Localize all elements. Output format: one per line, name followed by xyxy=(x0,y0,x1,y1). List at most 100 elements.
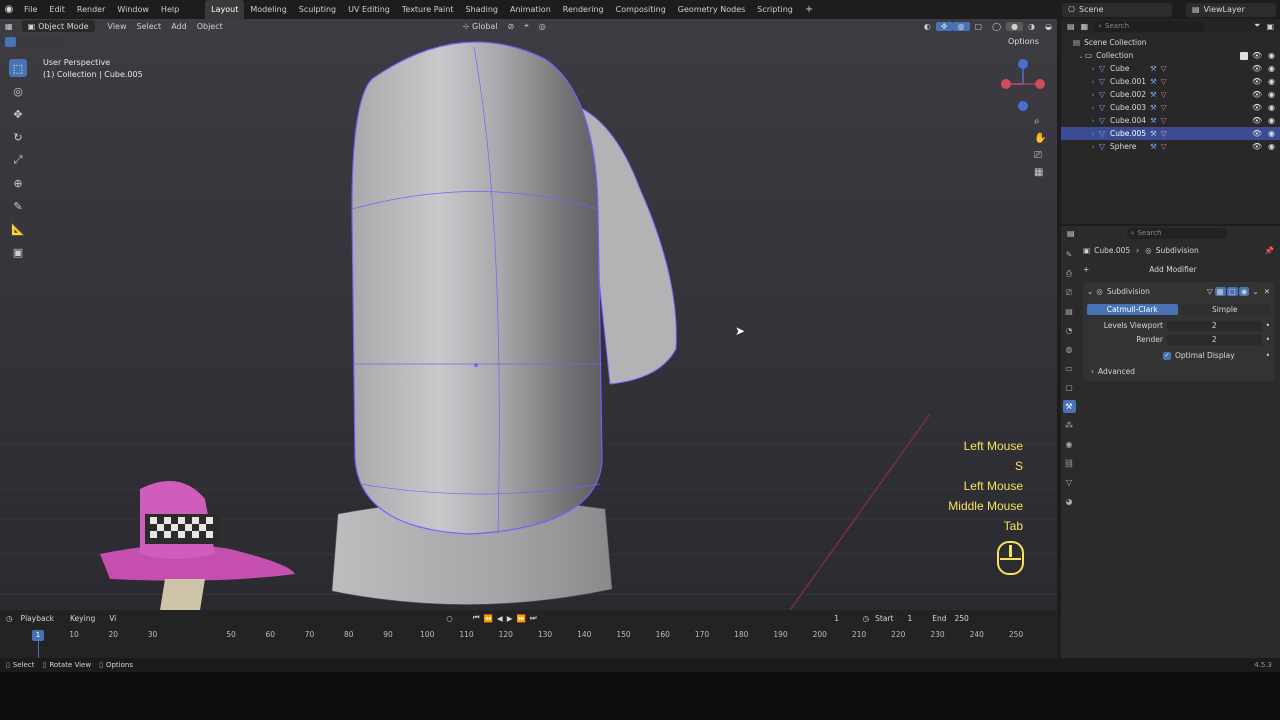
render-tab-icon[interactable]: ⎙ xyxy=(1063,267,1076,280)
on-cage-icon[interactable]: ▽ xyxy=(1207,287,1213,296)
render-field[interactable]: 2 xyxy=(1167,334,1262,345)
transform-icon[interactable]: ⊕ xyxy=(9,174,27,192)
tab-shading[interactable]: Shading xyxy=(459,0,504,19)
solid-shading-icon[interactable]: ● xyxy=(1006,21,1024,31)
menu-view[interactable]: View xyxy=(103,22,132,31)
overlay-icon[interactable]: ◍ xyxy=(952,21,970,31)
modifier-name-field[interactable]: Subdivision xyxy=(1107,287,1167,296)
select-box-icon[interactable]: ⬚ xyxy=(9,59,27,77)
outliner-search[interactable]: ⌕ Search xyxy=(1094,20,1205,32)
next-key-icon[interactable]: ⏩ xyxy=(516,614,525,623)
prev-key-icon[interactable]: ⏪ xyxy=(484,614,493,623)
collection-eye-icon[interactable]: 👁 xyxy=(1252,51,1262,60)
menu-object[interactable]: Object xyxy=(192,22,228,31)
3d-viewport[interactable] xyxy=(0,19,1057,610)
tab-texture-paint[interactable]: Texture Paint xyxy=(396,0,460,19)
collection-camera-icon[interactable]: ◉ xyxy=(1268,51,1275,60)
proportional-icon[interactable]: ◎ xyxy=(534,22,551,31)
editmode-icon[interactable]: ▦ xyxy=(1214,287,1226,296)
gizmo-icon[interactable]: ✥ xyxy=(935,21,953,31)
menu-help[interactable]: Help xyxy=(155,0,185,19)
outliner-item-cube003[interactable]: › ▽ Cube.003 ⚒ ▽ 👁 ◉ xyxy=(1061,101,1280,114)
properties-editor-icon[interactable]: ▤ xyxy=(1067,229,1075,238)
add-modifier-button[interactable]: + Add Modifier xyxy=(1083,263,1274,276)
annotate-icon[interactable]: ✎ xyxy=(9,197,27,215)
snap-icon[interactable]: ⌖ xyxy=(519,21,534,31)
camera-icon[interactable]: ◉ xyxy=(1268,90,1275,99)
advanced-subpanel[interactable]: › Advanced xyxy=(1087,365,1270,378)
tab-compositing[interactable]: Compositing xyxy=(610,0,672,19)
select-extend-icon[interactable] xyxy=(17,37,28,47)
object-tab-icon[interactable]: ▢ xyxy=(1063,381,1076,394)
tab-rendering[interactable]: Rendering xyxy=(557,0,610,19)
select-invert-icon[interactable] xyxy=(41,37,52,47)
dropdown-icon[interactable]: ⌄ xyxy=(1252,287,1258,296)
material-shading-icon[interactable]: ◑ xyxy=(1023,22,1040,31)
menu-add[interactable]: Add xyxy=(166,22,192,31)
options-button[interactable]: Options xyxy=(1008,37,1039,46)
viewlayer-selector[interactable]: ▤ ViewLayer xyxy=(1186,2,1276,17)
record-icon[interactable]: ○ xyxy=(446,614,453,623)
pivot-icon[interactable]: ⊘ xyxy=(503,22,520,31)
perspective-grid-icon[interactable]: ▦ xyxy=(1034,167,1046,178)
properties-search[interactable]: ⌕ Search xyxy=(1126,227,1227,239)
eye-icon[interactable]: 👁 xyxy=(1252,103,1262,112)
outliner-item-cube[interactable]: › ▽ Cube ⚒ ▽ 👁 ◉ xyxy=(1061,62,1280,75)
collection-row[interactable]: ⌄ ▭ Collection ◉ 👁 xyxy=(1061,49,1280,62)
eye-icon[interactable]: 👁 xyxy=(1252,116,1262,125)
optimal-display-checkbox[interactable]: ✓ xyxy=(1163,351,1171,360)
view-menu[interactable]: Vi xyxy=(109,614,116,623)
pan-hand-icon[interactable]: ✋ xyxy=(1034,133,1046,144)
zoom-icon[interactable]: ⌕ xyxy=(1034,116,1046,127)
add-cube-icon[interactable]: ▣ xyxy=(9,243,27,261)
view-layer-tab-icon[interactable]: ▤ xyxy=(1063,305,1076,318)
wireframe-shading-icon[interactable]: ◯ xyxy=(987,22,1006,31)
collection-tab-icon[interactable]: ▭ xyxy=(1063,362,1076,375)
data-tab-icon[interactable]: ▽ xyxy=(1063,476,1076,489)
eye-icon[interactable]: 👁 xyxy=(1252,90,1262,99)
menu-file[interactable]: File xyxy=(18,0,43,19)
play-icon[interactable]: ▶ xyxy=(507,614,513,623)
world-tab-icon[interactable]: ◍ xyxy=(1063,343,1076,356)
render-display-icon[interactable]: ◉ xyxy=(1238,287,1250,296)
add-workspace-icon[interactable]: + xyxy=(799,4,819,15)
simple-button[interactable]: Simple xyxy=(1179,304,1270,315)
eye-icon[interactable]: 👁 xyxy=(1252,129,1262,138)
expand-icon[interactable]: › xyxy=(1089,143,1097,151)
navigation-gizmo[interactable] xyxy=(998,56,1048,112)
tool-tab-icon[interactable]: ✎ xyxy=(1063,248,1076,261)
select-subtract-icon[interactable] xyxy=(29,37,40,47)
expand-chevron-icon[interactable]: ⌄ xyxy=(1077,52,1085,60)
expand-icon[interactable]: › xyxy=(1089,78,1097,86)
outliner-item-cube005[interactable]: › ▽ Cube.005 ⚒ ▽ 👁 ◉ xyxy=(1061,127,1280,140)
playback-menu[interactable]: Playback xyxy=(21,614,54,623)
scene-tab-icon[interactable]: ◔ xyxy=(1063,324,1076,337)
keyframe-dot-icon[interactable]: • xyxy=(1266,351,1270,360)
tab-animation[interactable]: Animation xyxy=(504,0,557,19)
menu-select[interactable]: Select xyxy=(132,22,167,31)
viewport-display-icon[interactable]: ▢ xyxy=(1226,287,1238,296)
physics-tab-icon[interactable]: ◉ xyxy=(1063,438,1076,451)
levels-viewport-field[interactable]: 2 xyxy=(1167,320,1262,331)
expand-icon[interactable]: › xyxy=(1089,104,1097,112)
scale-icon[interactable]: ⤢ xyxy=(9,151,27,169)
end-field[interactable]: 250 xyxy=(955,614,969,623)
mode-selector[interactable]: ▣ Object Mode xyxy=(21,20,95,32)
camera-icon[interactable]: ◉ xyxy=(1268,64,1275,73)
menu-edit[interactable]: Edit xyxy=(43,0,71,19)
pin-icon[interactable]: 📌 xyxy=(1265,246,1274,255)
jump-start-icon[interactable]: ⏮ xyxy=(473,613,480,623)
collection-checkbox-icon[interactable] xyxy=(1240,51,1248,60)
play-reverse-icon[interactable]: ◀ xyxy=(497,614,503,623)
visibility-icon[interactable]: ◐ xyxy=(919,22,936,31)
tab-modeling[interactable]: Modeling xyxy=(244,0,292,19)
collapse-icon[interactable]: ⌄ xyxy=(1087,287,1093,296)
catmull-clark-button[interactable]: Catmull-Clark xyxy=(1087,304,1178,315)
measure-icon[interactable]: 📐 xyxy=(9,220,27,238)
outliner-item-cube001[interactable]: › ▽ Cube.001 ⚒ ▽ 👁 ◉ xyxy=(1061,75,1280,88)
expand-icon[interactable]: › xyxy=(1089,65,1097,73)
start-field[interactable]: 1 xyxy=(907,614,912,623)
eye-icon[interactable]: 👁 xyxy=(1252,64,1262,73)
keyframe-dot-icon[interactable]: • xyxy=(1266,321,1270,330)
output-tab-icon[interactable]: ⎚ xyxy=(1063,286,1076,299)
